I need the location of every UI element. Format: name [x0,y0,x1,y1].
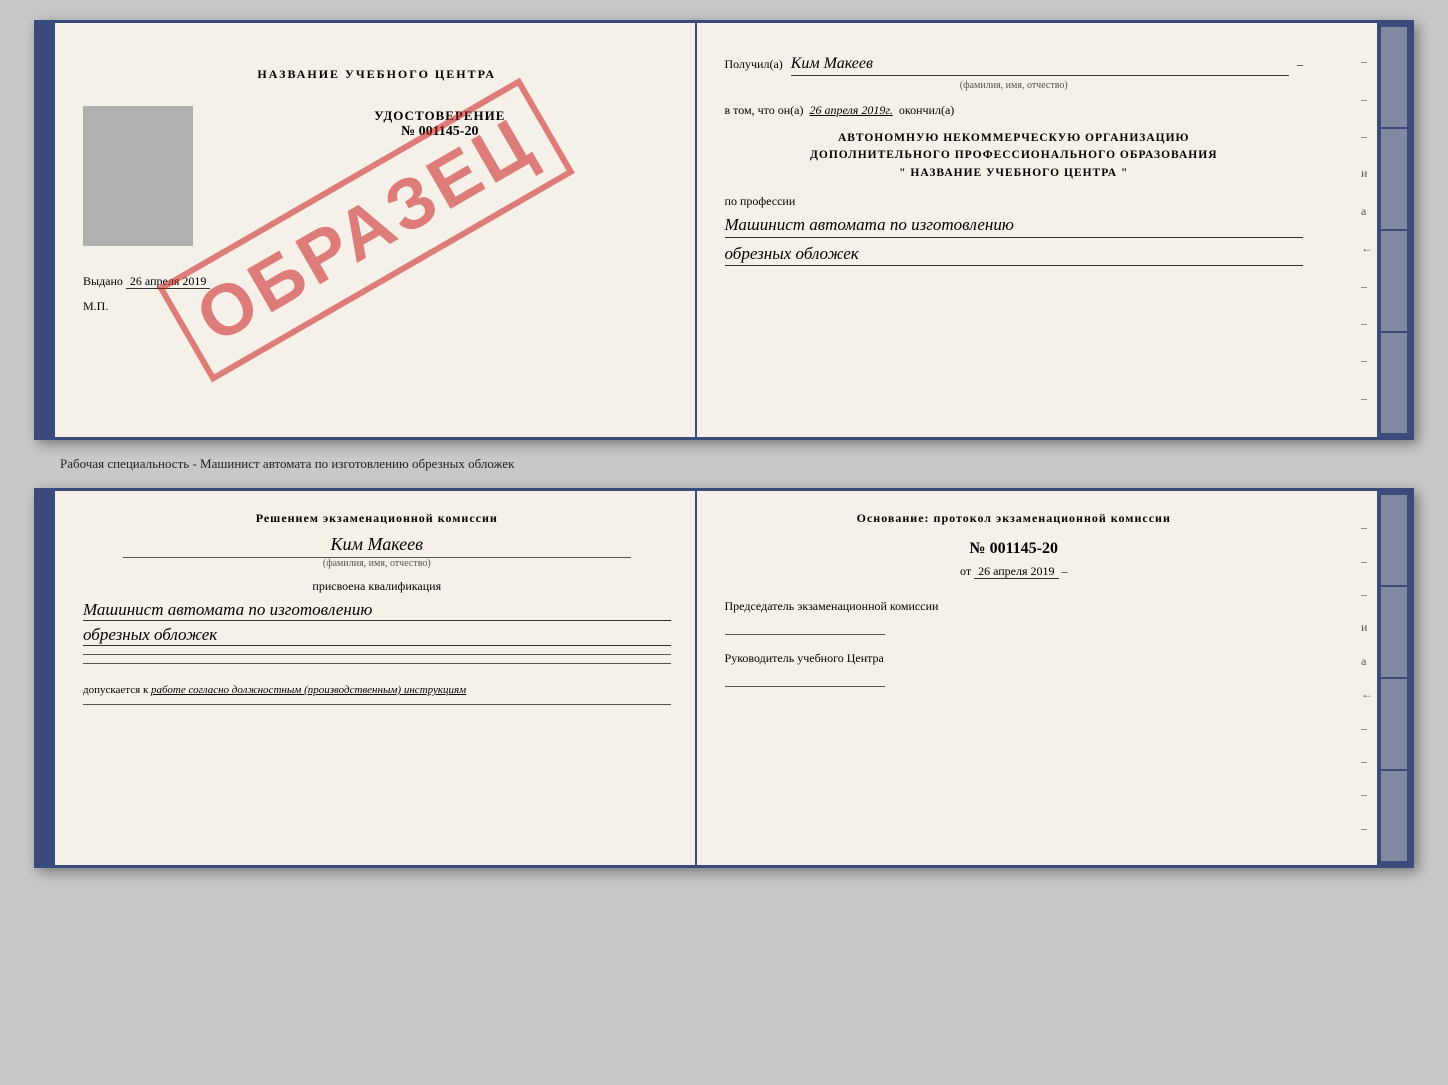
fio-sub-top: (фамилия, имя, отчество) [725,80,1303,91]
brdash-3: – [1361,587,1373,602]
brdash-2: – [1361,554,1373,569]
photo-placeholder [83,106,193,246]
empty-line-3 [83,704,671,705]
vydano-date: 26 апреля 2019 [126,274,210,289]
rdash-5: – [1361,279,1373,294]
brdash-a: а [1361,654,1373,669]
udostoverenie-num: № 001145-20 [209,124,671,140]
rdash-3: – [1361,129,1373,144]
vydano-label: Выдано [83,274,123,288]
bstrip-2 [1381,587,1407,677]
po-professii-label: по профессии [725,194,1303,209]
mp-line: М.П. [83,299,671,314]
protocol-num: № 001145-20 [725,540,1303,558]
ot-dash: – [1062,564,1068,578]
dopuskaetsya-block: допускается к работе согласно должностны… [83,684,671,696]
right-edge-strips [1377,23,1411,437]
separator-text: Рабочая специальность - Машинист автомат… [20,456,514,472]
empty-line-2 [83,663,671,664]
org-block: АВТОНОМНУЮ НЕКОММЕРЧЕСКУЮ ОРГАНИЗАЦИЮ ДО… [725,130,1303,182]
rdash-6: – [1361,316,1373,331]
brdash-6: – [1361,754,1373,769]
ot-label: от [960,564,971,578]
school-name-top: НАЗВАНИЕ УЧЕБНОГО ЦЕНТРА [83,67,671,82]
org-line2: ДОПОЛНИТЕЛЬНОГО ПРОФЕССИОНАЛЬНОГО ОБРАЗО… [725,147,1303,164]
bottom-doc-right: – – – и а ← – – – – Основание: протокол … [697,491,1411,865]
top-doc-right: – – – и а ← – – – – Получил(а) Ким Макее… [697,23,1411,437]
rdash-i: и [1361,166,1373,181]
org-line1: АВТОНОМНУЮ НЕКОММЕРЧЕСКУЮ ОРГАНИЗАЦИЮ [725,130,1303,147]
ot-date: 26 апреля 2019 [974,564,1058,579]
rukovoditel-label: Руководитель учебного Центра [725,651,1303,666]
udostoverenie-block: УДОСТОВЕРЕНИЕ № 001145-20 [209,108,671,140]
strip-1 [1381,27,1407,127]
bottom-right-dashes: – – – и а ← – – – – [1361,491,1373,865]
bottom-left-spine [37,491,55,865]
top-doc-left: НАЗВАНИЕ УЧЕБНОГО ЦЕНТРА УДОСТОВЕРЕНИЕ №… [37,23,697,437]
brdash-1: – [1361,520,1373,535]
predsedatel-block: Председатель экзаменационной комиссии [725,599,1303,635]
poluchil-line: Получил(а) Ким Макеев – [725,55,1303,76]
qualification-line2: обрезных обложек [83,625,671,646]
profession-line1: Машинист автомата по изготовлению [725,213,1303,238]
org-line3: " НАЗВАНИЕ УЧЕБНОГО ЦЕНТРА " [725,165,1303,182]
vtom-label: в том, что он(а) [725,103,804,118]
strip-3 [1381,231,1407,331]
rdash-a: а [1361,204,1373,219]
bstrip-3 [1381,679,1407,769]
bottom-doc-left: Решением экзаменационной комиссии Ким Ма… [37,491,697,865]
vtom-date: 26 апреля 2019г. [810,103,893,118]
rdash-1: – [1361,54,1373,69]
ot-date-block: от 26 апреля 2019 – [725,564,1303,579]
fio-sub-bottom: (фамилия, имя, отчество) [123,557,631,569]
right-dashes: – – – и а ← – – – – [1361,23,1373,437]
brdash-i: и [1361,620,1373,635]
predsedatel-signature-line [725,634,885,635]
strip-2 [1381,129,1407,229]
rdash-7: – [1361,353,1373,368]
rdash-arrow: ← [1361,241,1373,256]
strip-4 [1381,333,1407,433]
qualification-line1: Машинист автомата по изготовлению [83,600,671,621]
poluchil-label: Получил(а) [725,57,783,72]
bottom-document-spread: Решением экзаменационной комиссии Ким Ма… [34,488,1414,868]
okonchil-label: окончил(а) [899,103,954,118]
bstrip-4 [1381,771,1407,861]
profession-line2: обрезных обложек [725,242,1303,267]
brdash-7: – [1361,787,1373,802]
prisvoena-label: присвоена квалификация [83,579,671,594]
brdash-8: – [1361,821,1373,836]
poluchil-name: Ким Макеев [791,55,1289,76]
predsedatel-label: Председатель экзаменационной комиссии [725,599,1303,614]
bottom-name: Ким Макеев [83,534,671,555]
dopuskaetsya-label: допускается к [83,684,148,696]
brdash-5: – [1361,721,1373,736]
rukovoditel-signature-line [725,686,885,687]
rukovoditel-block: Руководитель учебного Центра [725,651,1303,687]
brdash-arrow: ← [1361,687,1373,702]
resheniem-title: Решением экзаменационной комиссии [83,511,671,526]
bottom-right-strips [1377,491,1411,865]
bstrip-1 [1381,495,1407,585]
vydano-line: Выдано 26 апреля 2019 [83,274,671,289]
vtom-line: в том, что он(а) 26 апреля 2019г. окончи… [725,103,1303,118]
empty-line-1 [83,654,671,655]
top-document-spread: НАЗВАНИЕ УЧЕБНОГО ЦЕНТРА УДОСТОВЕРЕНИЕ №… [34,20,1414,440]
rdash-8: – [1361,391,1373,406]
osnovanie-label: Основание: протокол экзаменационной коми… [725,511,1303,526]
rdash-2: – [1361,92,1373,107]
udostoverenie-title: УДОСТОВЕРЕНИЕ [209,108,671,124]
left-spine [37,23,55,437]
dopuskaetsya-text: работе согласно должностным (производств… [151,684,466,696]
mp-label: М.П. [83,299,108,313]
